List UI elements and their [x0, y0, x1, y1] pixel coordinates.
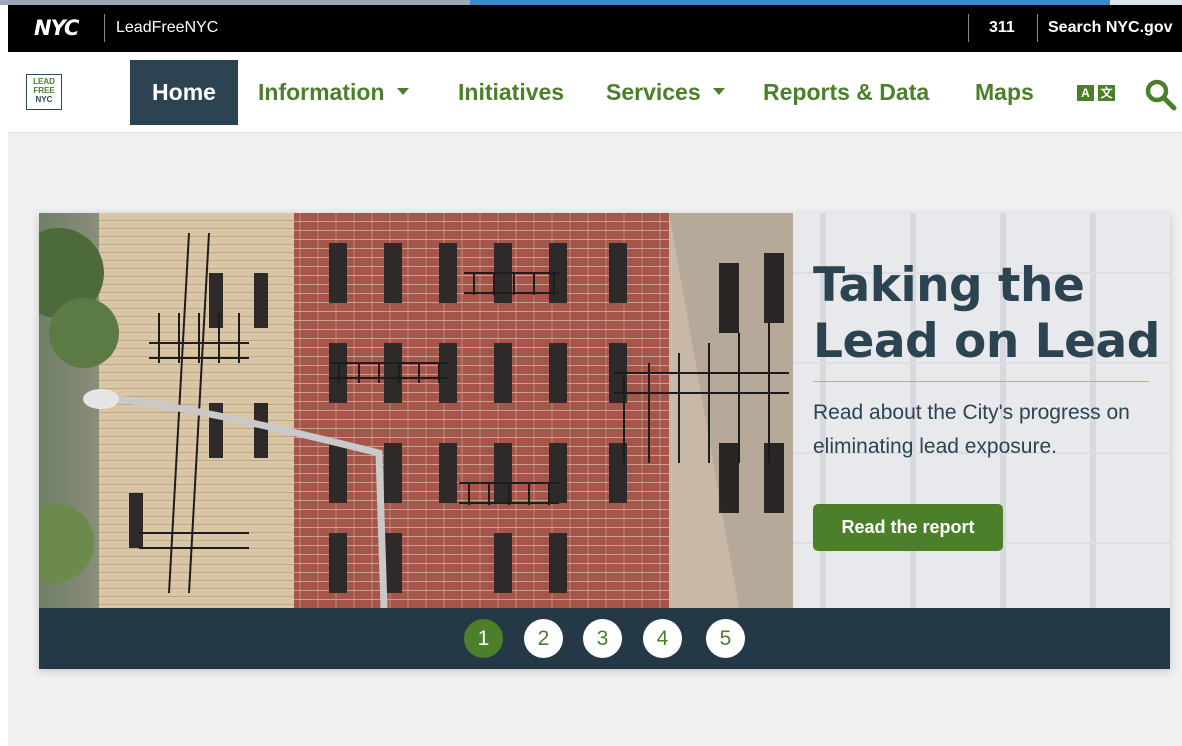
- search-icon[interactable]: [1144, 78, 1178, 112]
- nav-item-reports-data[interactable]: Reports & Data: [763, 60, 929, 125]
- nyc-global-bar: NYC LeadFreeNYC 311 Search NYC.gov: [8, 5, 1182, 52]
- logo-line: FREE: [33, 86, 55, 95]
- nav-item-label: Home: [152, 79, 216, 105]
- link-311[interactable]: 311: [989, 19, 1015, 37]
- pager-dot-3[interactable]: 3: [583, 619, 622, 658]
- nyc-logo[interactable]: NYC: [34, 16, 79, 40]
- pager-dot-2[interactable]: 2: [524, 619, 563, 658]
- pager-dot-5[interactable]: 5: [706, 619, 745, 658]
- nav-item-label: Maps: [975, 79, 1034, 105]
- nav-item-label: Initiatives: [458, 79, 565, 105]
- nav-item-home[interactable]: Home: [130, 60, 238, 125]
- nav-item-initiatives[interactable]: Initiatives: [458, 60, 564, 125]
- hero-heading: Taking the Lead on Lead: [813, 258, 1160, 369]
- caret-down-icon: [712, 88, 725, 96]
- search-nyc-gov-link[interactable]: Search NYC.gov: [1048, 19, 1172, 37]
- read-report-button[interactable]: Read the report: [813, 504, 1003, 551]
- caret-down-icon: [396, 88, 409, 96]
- nav-item-label: Reports & Data: [763, 79, 930, 105]
- nav-item-label: Information: [258, 79, 385, 105]
- nav-item-services[interactable]: Services: [606, 60, 725, 125]
- hero-carousel: Taking the Lead on Lead Read about the C…: [39, 213, 1170, 669]
- nav-item-label: Services: [606, 79, 701, 105]
- translate-glyph-b: 文: [1098, 85, 1115, 101]
- hero-description: Read about the City's progress on elimin…: [813, 401, 1130, 458]
- pager-dot-4[interactable]: 4: [643, 619, 682, 658]
- building-facade-photo: [39, 213, 793, 608]
- main-navigation: LEAD FREE NYC Home Information Initiativ…: [8, 52, 1182, 133]
- site-name-link[interactable]: LeadFreeNYC: [116, 19, 218, 37]
- divider: [104, 14, 105, 42]
- leadfree-nyc-logo[interactable]: LEAD FREE NYC: [26, 74, 62, 110]
- divider: [968, 14, 969, 42]
- logo-line: NYC: [35, 95, 53, 104]
- translate-icon[interactable]: A 文: [1077, 85, 1117, 101]
- pager-dot-1[interactable]: 1: [464, 619, 503, 658]
- nav-item-information[interactable]: Information: [258, 60, 409, 125]
- divider: [1037, 14, 1038, 42]
- logo-line: LEAD: [33, 77, 55, 86]
- carousel-pager: 1 2 3 4 5: [39, 608, 1170, 669]
- heading-divider: [813, 381, 1149, 382]
- nav-item-maps[interactable]: Maps: [975, 60, 1034, 125]
- translate-glyph-a: A: [1077, 85, 1094, 101]
- hero-text-panel: Taking the Lead on Lead Read about the C…: [793, 213, 1170, 608]
